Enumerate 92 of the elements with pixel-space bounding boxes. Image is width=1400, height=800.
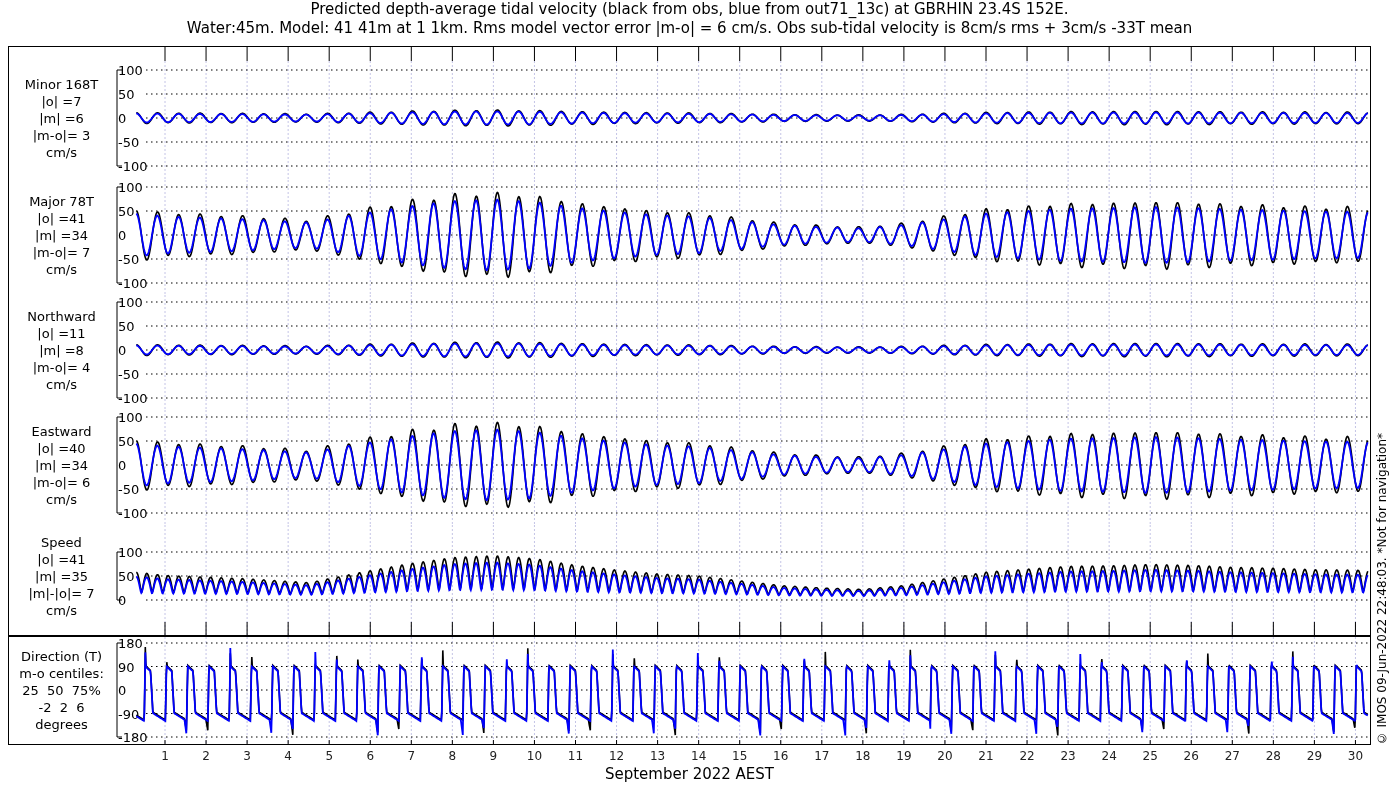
panel-stat: |o| =41 bbox=[37, 550, 86, 568]
panel-stat: |m| =35 bbox=[35, 567, 88, 585]
tick-label: -50 bbox=[118, 482, 140, 497]
tick-label: 23 bbox=[1060, 749, 1076, 763]
panel-stat: |m| =6 bbox=[39, 109, 84, 127]
panel-stat: |m| =34 bbox=[35, 226, 88, 244]
tick-label: 8 bbox=[448, 749, 457, 763]
tick-label: 0 bbox=[118, 228, 127, 243]
tick-label: 28 bbox=[1265, 749, 1281, 763]
panel-stat: |m| =8 bbox=[39, 341, 84, 359]
tick-label: 20 bbox=[937, 749, 953, 763]
panel-label: Eastward bbox=[31, 422, 92, 440]
tick-label: 12 bbox=[608, 749, 625, 763]
chart-title: Predicted depth-average tidal velocity (black from obs, blue from out71_13c) at GBRHIN 23.4S 152E. bbox=[310, 0, 1069, 19]
tick-label: -50 bbox=[118, 135, 140, 150]
panel-stat: |m-o|= 7 bbox=[32, 243, 91, 261]
tick-label: 16 bbox=[773, 749, 789, 763]
panel-stat: cm/s bbox=[46, 260, 77, 278]
panel-stat: 25 50 75% bbox=[22, 681, 101, 699]
panel-label: Minor 168T bbox=[24, 75, 99, 93]
tick-label: 19 bbox=[896, 749, 912, 763]
panel-stat: cm/s bbox=[46, 143, 77, 161]
tick-label: 15 bbox=[732, 749, 748, 763]
tick-label: 90 bbox=[118, 659, 135, 675]
tick-label: 50 bbox=[118, 87, 135, 102]
tick-label: 18 bbox=[855, 749, 871, 763]
tick-label: 50 bbox=[118, 319, 135, 334]
tick-label: -100 bbox=[118, 391, 148, 406]
panel-stat: |o| =40 bbox=[37, 439, 86, 457]
credit-text: © IMOS 09-Jun-2022 22:48:03. *Not for navigation* bbox=[1375, 432, 1389, 745]
tick-label: -180 bbox=[118, 730, 148, 744]
tick-label: 100 bbox=[118, 180, 143, 195]
tick-label: 2 bbox=[202, 749, 210, 763]
tick-label: 26 bbox=[1183, 749, 1199, 763]
tick-label: 180 bbox=[118, 637, 143, 651]
tick-label: -50 bbox=[118, 367, 140, 382]
panel-stat: |o| =41 bbox=[37, 209, 86, 227]
tick-label: 7 bbox=[407, 749, 416, 763]
tick-label: -100 bbox=[118, 276, 148, 291]
tick-label: 30 bbox=[1347, 749, 1364, 763]
panel-stat: m-o centiles: bbox=[19, 664, 104, 682]
tick-label: 17 bbox=[814, 749, 830, 763]
panel-label: Direction (T) bbox=[21, 647, 102, 665]
tick-label: 13 bbox=[649, 749, 666, 763]
tick-label: 50 bbox=[118, 434, 135, 449]
tick-label: -100 bbox=[118, 506, 148, 521]
tick-label: 0 bbox=[118, 458, 127, 473]
axis-title: September 2022 AEST bbox=[604, 765, 774, 783]
panel-stat: |o| =7 bbox=[41, 92, 82, 110]
tick-label: 25 bbox=[1142, 749, 1158, 763]
tick-label: 10 bbox=[526, 749, 543, 763]
tick-label: 3 bbox=[243, 749, 251, 763]
tick-label: 6 bbox=[366, 749, 375, 763]
tick-label: 9 bbox=[489, 749, 498, 763]
tick-label: 29 bbox=[1306, 749, 1323, 763]
tick-label: 5 bbox=[325, 749, 333, 763]
tick-label: 0 bbox=[118, 593, 127, 608]
tick-label: 24 bbox=[1101, 749, 1117, 763]
panel-stat: degrees bbox=[35, 715, 88, 733]
panel-stat: cm/s bbox=[46, 601, 77, 619]
panel-stat: cm/s bbox=[46, 490, 77, 508]
tick-label: 100 bbox=[118, 63, 143, 78]
tick-label: 0 bbox=[118, 111, 127, 126]
tick-label: 21 bbox=[978, 749, 994, 763]
tick-label: 100 bbox=[118, 410, 143, 425]
tick-label: 100 bbox=[118, 545, 143, 560]
panel-stat: |o| =11 bbox=[37, 324, 86, 342]
tick-label: 4 bbox=[284, 749, 292, 763]
panel-stat: |m| =34 bbox=[35, 456, 88, 474]
panel-stat: |m-o|= 6 bbox=[32, 473, 91, 491]
panel-stat: |m-o|= 3 bbox=[32, 126, 91, 144]
tick-label: 50 bbox=[118, 204, 135, 219]
chart-title: Water:45m. Model: 41 41m at 1 1km. Rms model vector error |m-o| = 6 cm/s. Obs sub-tidal velocity is 8cm/s rms + 3cm/s -33T mean bbox=[186, 19, 1193, 38]
tick-label: 50 bbox=[118, 569, 135, 584]
panel-stat: |m-o|= 4 bbox=[32, 358, 91, 376]
tick-label: -50 bbox=[118, 252, 140, 267]
tick-label: 0 bbox=[118, 343, 127, 358]
tick-label: 14 bbox=[691, 749, 707, 763]
panel-label: Northward bbox=[27, 307, 96, 325]
tick-label: 11 bbox=[567, 749, 584, 763]
panel-label: Speed bbox=[41, 533, 82, 551]
tick-label: 22 bbox=[1019, 749, 1035, 763]
tick-label: 0 bbox=[118, 683, 127, 698]
panel-stat: -2 2 6 bbox=[38, 698, 85, 716]
tick-label: 100 bbox=[118, 295, 143, 310]
tick-label: -90 bbox=[118, 706, 140, 722]
tick-label: -100 bbox=[118, 159, 148, 174]
panel-label: Major 78T bbox=[29, 192, 94, 210]
tick-label: 27 bbox=[1224, 749, 1240, 763]
panel-stat: cm/s bbox=[46, 375, 77, 393]
panel-stat: |m|-|o|= 7 bbox=[28, 584, 95, 602]
tick-label: 1 bbox=[161, 749, 169, 763]
